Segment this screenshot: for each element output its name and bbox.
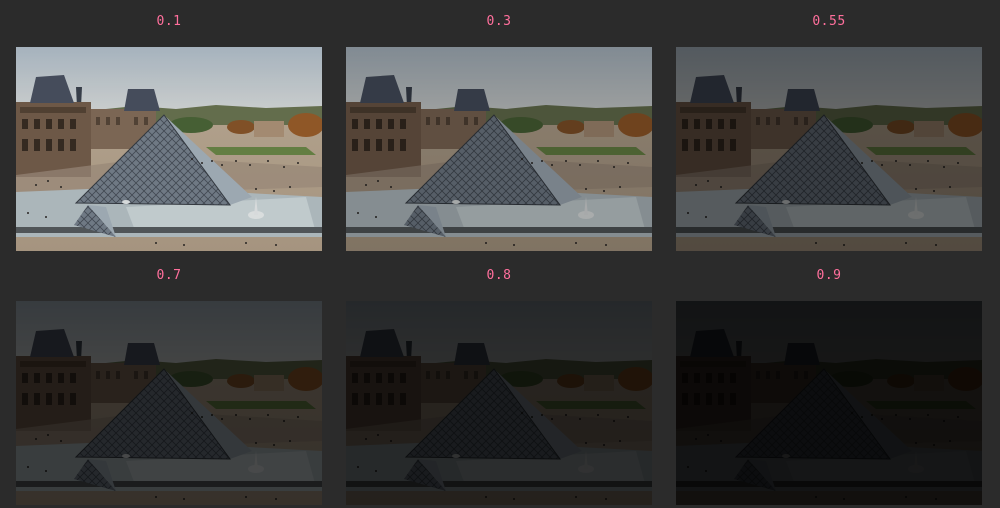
panel-label: 0.9 (816, 268, 842, 283)
panel-label: 0.3 (486, 14, 512, 29)
panel-2: 0.55 (676, 12, 982, 251)
darkening-overlay (16, 47, 322, 251)
darkening-overlay (16, 301, 322, 505)
panel-label: 0.8 (486, 268, 512, 283)
panel-3: 0.7 (16, 266, 322, 505)
panel-label: 0.7 (156, 268, 182, 283)
image-grid: 0.1 0.3 0.55 0.7 0.8 0.9 (0, 0, 1000, 508)
panel-0: 0.1 (16, 12, 322, 251)
panel-image (676, 47, 982, 251)
darkening-overlay (346, 301, 652, 505)
panel-image (16, 301, 322, 505)
panel-image (346, 301, 652, 505)
panel-label: 0.1 (156, 14, 182, 29)
panel-image (676, 301, 982, 505)
panel-image (346, 47, 652, 251)
panel-4: 0.8 (346, 266, 652, 505)
darkening-overlay (676, 47, 982, 251)
panel-5: 0.9 (676, 266, 982, 505)
darkening-overlay (346, 47, 652, 251)
panel-image (16, 47, 322, 251)
panel-label: 0.55 (812, 14, 846, 29)
darkening-overlay (676, 301, 982, 505)
panel-1: 0.3 (346, 12, 652, 251)
